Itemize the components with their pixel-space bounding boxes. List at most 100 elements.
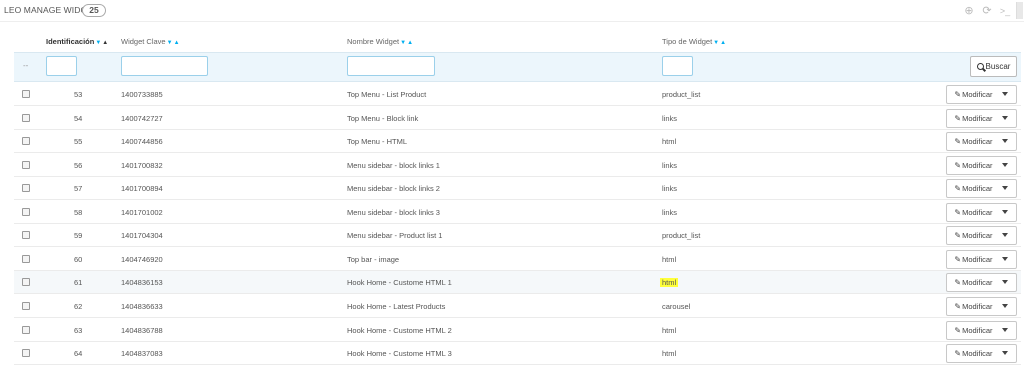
cell-type: product_list bbox=[662, 231, 701, 241]
refresh-icon[interactable]: ⟳ bbox=[980, 4, 994, 18]
col-header-name-label: Nombre Widget bbox=[347, 37, 400, 46]
sort-asc-icon[interactable]: ▲ bbox=[102, 40, 108, 46]
cell-type: links bbox=[662, 184, 678, 194]
table-row[interactable]: 61 1404836153 Hook Home - Custome HTML 1 ht… bbox=[14, 271, 1021, 295]
cell-id: 61 bbox=[74, 278, 83, 288]
edit-button-group: ✎Modificar bbox=[946, 202, 1017, 222]
table-row[interactable]: 60 1404746920 Top bar - image html ✎Modifica… bbox=[14, 248, 1021, 271]
cell-type: html bbox=[660, 278, 679, 288]
row-checkbox[interactable] bbox=[22, 278, 30, 287]
sort-desc-icon[interactable]: ▼ bbox=[95, 40, 101, 46]
table-row[interactable]: 53 1400733885 Top Menu - List Product produ… bbox=[14, 83, 1021, 106]
cell-type: carousel bbox=[662, 301, 691, 311]
row-checkbox[interactable] bbox=[22, 207, 30, 216]
row-checkbox[interactable] bbox=[22, 301, 30, 310]
edit-button[interactable]: ✎Modificar bbox=[947, 322, 1000, 339]
row-checkbox[interactable] bbox=[22, 113, 30, 122]
table-row[interactable]: 55 1400744856 Top Menu - HTML html ✎Modifica… bbox=[14, 130, 1021, 154]
edit-button[interactable]: ✎Modificar bbox=[947, 180, 1000, 197]
edit-button-group: ✎Modificar bbox=[946, 273, 1017, 293]
table-row[interactable]: 54 1400742727 Top Menu - Block link links ✎M… bbox=[14, 107, 1021, 130]
cell-id: 56 bbox=[74, 160, 83, 170]
chevron-down-icon[interactable] bbox=[1002, 256, 1008, 261]
sort-asc-icon[interactable]: ▲ bbox=[407, 40, 413, 46]
edit-button-group: ✎Modificar bbox=[946, 320, 1017, 340]
chevron-down-icon[interactable] bbox=[1002, 139, 1008, 144]
row-checkbox[interactable] bbox=[22, 325, 30, 334]
row-checkbox[interactable] bbox=[22, 254, 30, 263]
edit-button-label: Modificar bbox=[962, 349, 993, 359]
cell-type: links bbox=[662, 113, 678, 123]
cell-key: 1400744856 bbox=[121, 137, 163, 147]
pencil-icon: ✎ bbox=[954, 278, 962, 288]
edit-button-group: ✎Modificar bbox=[946, 108, 1017, 128]
sort-desc-icon[interactable]: ▼ bbox=[167, 40, 173, 46]
edit-button-label: Modificar bbox=[962, 231, 993, 241]
cell-id: 54 bbox=[74, 113, 83, 123]
edit-button[interactable]: ✎Modificar bbox=[947, 345, 1000, 362]
col-header-id[interactable]: Identificación▼▲ bbox=[46, 37, 108, 46]
filter-id-input[interactable] bbox=[46, 56, 77, 76]
row-checkbox[interactable] bbox=[22, 184, 30, 193]
filter-type-input[interactable] bbox=[662, 56, 693, 76]
sort-asc-icon[interactable]: ▲ bbox=[174, 40, 180, 46]
chevron-down-icon[interactable] bbox=[1002, 186, 1008, 191]
widget-count-badge: 25 bbox=[82, 4, 106, 17]
filter-name-input[interactable] bbox=[347, 56, 435, 76]
table-row[interactable]: 59 1401704304 Menu sidebar - Product list … bbox=[14, 224, 1021, 248]
table-row[interactable]: 62 1404836633 Hook Home - Latest Products c… bbox=[14, 295, 1021, 318]
cell-name: Top Menu - Block link bbox=[347, 113, 419, 123]
add-new-icon[interactable]: ⊕ bbox=[962, 4, 976, 18]
chevron-down-icon[interactable] bbox=[1002, 351, 1008, 356]
edit-button[interactable]: ✎Modificar bbox=[947, 251, 1000, 268]
col-header-key[interactable]: Widget Clave▼▲ bbox=[121, 37, 180, 46]
chevron-down-icon[interactable] bbox=[1002, 209, 1008, 214]
pencil-icon: ✎ bbox=[954, 301, 962, 311]
chevron-down-icon[interactable] bbox=[1002, 162, 1008, 167]
chevron-down-icon[interactable] bbox=[1002, 92, 1008, 96]
edit-button[interactable]: ✎Modificar bbox=[947, 204, 1000, 221]
edit-button[interactable]: ✎Modificar bbox=[947, 133, 1000, 150]
cell-type: product_list bbox=[662, 90, 701, 99]
row-checkbox[interactable] bbox=[22, 160, 30, 169]
chevron-down-icon[interactable] bbox=[1002, 115, 1008, 120]
chevron-down-icon[interactable] bbox=[1002, 280, 1008, 285]
sort-desc-icon[interactable]: ▼ bbox=[713, 40, 719, 46]
edit-button[interactable]: ✎Modificar bbox=[947, 110, 1000, 127]
cell-name: Menu sidebar - block links 1 bbox=[347, 160, 440, 170]
sql-query-icon[interactable]: >_ bbox=[998, 4, 1012, 18]
edit-button-group: ✎Modificar bbox=[946, 85, 1017, 104]
edit-button-group: ✎Modificar bbox=[946, 179, 1017, 199]
edit-button-group: ✎Modificar bbox=[946, 155, 1017, 175]
chevron-down-icon[interactable] bbox=[1002, 303, 1008, 308]
row-checkbox[interactable] bbox=[22, 231, 30, 240]
edit-button[interactable]: ✎Modificar bbox=[947, 86, 1000, 103]
cell-name: Top Menu - List Product bbox=[347, 90, 427, 99]
edit-button-label: Modificar bbox=[962, 301, 993, 311]
chevron-down-icon[interactable] bbox=[1002, 233, 1008, 238]
row-checkbox[interactable] bbox=[22, 90, 30, 98]
row-checkbox[interactable] bbox=[22, 349, 30, 358]
edit-button[interactable]: ✎Modificar bbox=[947, 157, 1000, 174]
edit-button[interactable]: ✎Modificar bbox=[947, 227, 1000, 244]
col-header-type[interactable]: Tipo de Widget▼▲ bbox=[662, 37, 726, 46]
col-header-name[interactable]: Nombre Widget▼▲ bbox=[347, 37, 413, 46]
search-button[interactable]: Buscar bbox=[970, 56, 1017, 77]
edit-button[interactable]: ✎Modificar bbox=[947, 298, 1000, 315]
table-row[interactable]: 63 1404836788 Hook Home - Custome HTML 2 ht… bbox=[14, 319, 1021, 342]
pencil-icon: ✎ bbox=[954, 325, 962, 335]
table-row[interactable]: 56 1401700832 Menu sidebar - block links 1… bbox=[14, 154, 1021, 177]
filter-key-input[interactable] bbox=[121, 56, 208, 76]
table-row[interactable]: 64 1404837083 Hook Home - Custome HTML 3 ht… bbox=[14, 342, 1021, 366]
table-row[interactable]: 58 1401701002 Menu sidebar - block links 3… bbox=[14, 201, 1021, 224]
chevron-down-icon[interactable] bbox=[1002, 327, 1008, 332]
cell-key: 1404746920 bbox=[121, 254, 163, 264]
row-checkbox[interactable] bbox=[22, 137, 30, 146]
sort-desc-icon[interactable]: ▼ bbox=[400, 40, 406, 46]
edit-button[interactable]: ✎Modificar bbox=[947, 274, 1000, 291]
cell-type: html bbox=[662, 137, 677, 147]
sort-asc-icon[interactable]: ▲ bbox=[720, 40, 726, 46]
export-icon[interactable] bbox=[1016, 2, 1023, 19]
table-row[interactable]: 57 1401700894 Menu sidebar - block links 2… bbox=[14, 177, 1021, 201]
col-header-key-label: Widget Clave bbox=[121, 37, 166, 46]
